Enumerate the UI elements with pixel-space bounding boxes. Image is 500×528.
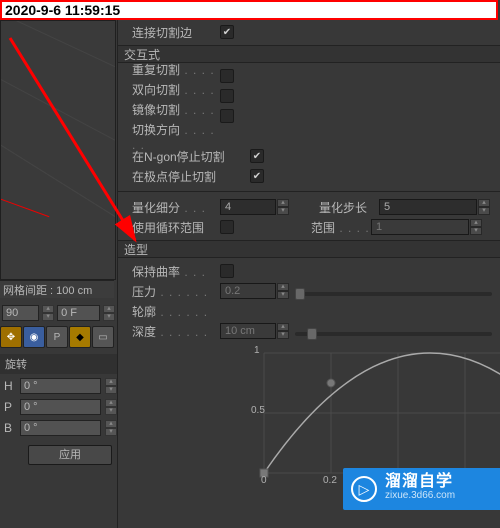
- axis-h-label: H: [4, 379, 16, 393]
- axis-p-field[interactable]: 0 °: [20, 399, 101, 415]
- axis-h-spinner[interactable]: ▴▾: [105, 378, 117, 394]
- viewport-status: 网格间距 : 100 cm: [0, 280, 114, 298]
- ytick-top: 1: [254, 345, 260, 356]
- keyframe-icon[interactable]: ◆: [69, 326, 91, 348]
- frame-field[interactable]: 0 F: [57, 305, 100, 321]
- axis-b-label: B: [4, 421, 16, 435]
- connect-cut-checkbox[interactable]: ✔: [220, 25, 234, 39]
- move-tool-icon[interactable]: ✥: [0, 326, 22, 348]
- left-panel: 网格间距 : 100 cm 90 ▴▾ 0 F ▴▾ ✥ ◉ P ◆ ▭ 旋转 …: [0, 20, 117, 528]
- range-spinner: ▴▾: [470, 219, 482, 235]
- axis-p-label: P: [4, 400, 16, 414]
- rotate-section-header: 旋转: [0, 354, 117, 374]
- film-icon[interactable]: ▭: [92, 326, 114, 348]
- depth-slider: [295, 332, 492, 336]
- xtick-1: 0.2: [323, 475, 337, 486]
- watermark-brand: 溜溜自学: [385, 475, 455, 489]
- ytick-mid: 0.5: [251, 405, 265, 416]
- axis-p-spinner[interactable]: ▴▾: [105, 399, 117, 415]
- axis-b-field[interactable]: 0 °: [20, 420, 101, 436]
- watermark-url: zixue.3d66.com: [385, 489, 455, 503]
- viewport-3d[interactable]: [0, 20, 116, 280]
- quant-sub-spinner[interactable]: ▴▾: [277, 199, 289, 215]
- pressure-label: 压力 . . . . . .: [132, 283, 220, 300]
- connect-cut-label: 连接切割边: [132, 24, 220, 41]
- use-loop-checkbox[interactable]: [220, 220, 234, 234]
- world-tool-icon[interactable]: ◉: [23, 326, 45, 348]
- keep-curv-checkbox[interactable]: [220, 264, 234, 278]
- depth-field: 10 cm: [220, 323, 276, 339]
- pressure-spinner: ▴▾: [277, 283, 289, 299]
- p-tool-icon[interactable]: P: [46, 326, 68, 348]
- fov-field[interactable]: 90: [2, 305, 39, 321]
- profile-curve-editor[interactable]: 0 0.2 0.4 0.6 0.8 0.5 1: [251, 343, 500, 488]
- range-field: 1: [371, 219, 469, 235]
- depth-label: 深度 . . . . . .: [132, 323, 220, 340]
- depth-spinner: ▴▾: [277, 323, 289, 339]
- use-loop-label: 使用循环范围: [132, 219, 220, 236]
- watermark-badge: ▷ 溜溜自学 zixue.3d66.com: [343, 468, 500, 510]
- mirror-cut-checkbox[interactable]: [220, 109, 234, 123]
- pole-stop-label: 在极点停止切割: [132, 168, 250, 185]
- xtick-0: 0: [261, 475, 267, 486]
- play-icon: ▷: [351, 476, 377, 502]
- quant-sub-label: 量化细分 . . .: [132, 199, 220, 216]
- profile-label: 轮廓 . . . . . .: [132, 303, 220, 320]
- attribute-panel: 连接切割边 ✔ 交互式 重复切割 . . . . . . 双向切割 . . . …: [117, 20, 500, 528]
- range-label: 范围 . . . .: [311, 219, 371, 236]
- ngon-stop-label: 在N-gon停止切割: [132, 148, 250, 165]
- fov-spinner[interactable]: ▴▾: [42, 305, 54, 321]
- quant-step-label: 量化步长: [319, 199, 379, 216]
- repeat-cut-checkbox[interactable]: [220, 69, 234, 83]
- quant-step-field[interactable]: 5: [379, 199, 477, 215]
- quant-step-spinner[interactable]: ▴▾: [478, 199, 490, 215]
- quant-sub-field[interactable]: 4: [220, 199, 276, 215]
- tool-icon-row: ✥ ◉ P ◆ ▭: [0, 326, 117, 348]
- pressure-slider: [295, 292, 492, 296]
- pole-stop-checkbox[interactable]: ✔: [250, 169, 264, 183]
- pressure-field: 0.2: [220, 283, 276, 299]
- apply-button[interactable]: 应用: [28, 445, 112, 465]
- timestamp-banner: 2020-9-6 11:59:15: [0, 0, 498, 20]
- axis-x-line: [0, 196, 49, 217]
- ngon-stop-checkbox[interactable]: ✔: [250, 149, 264, 163]
- shape-section-header: 造型: [118, 240, 500, 258]
- bidir-cut-checkbox[interactable]: [220, 89, 234, 103]
- frame-spinner[interactable]: ▴▾: [103, 305, 115, 321]
- axis-h-field[interactable]: 0 °: [20, 378, 101, 394]
- keep-curv-label: 保持曲率 . . .: [132, 263, 220, 280]
- axis-b-spinner[interactable]: ▴▾: [105, 420, 117, 436]
